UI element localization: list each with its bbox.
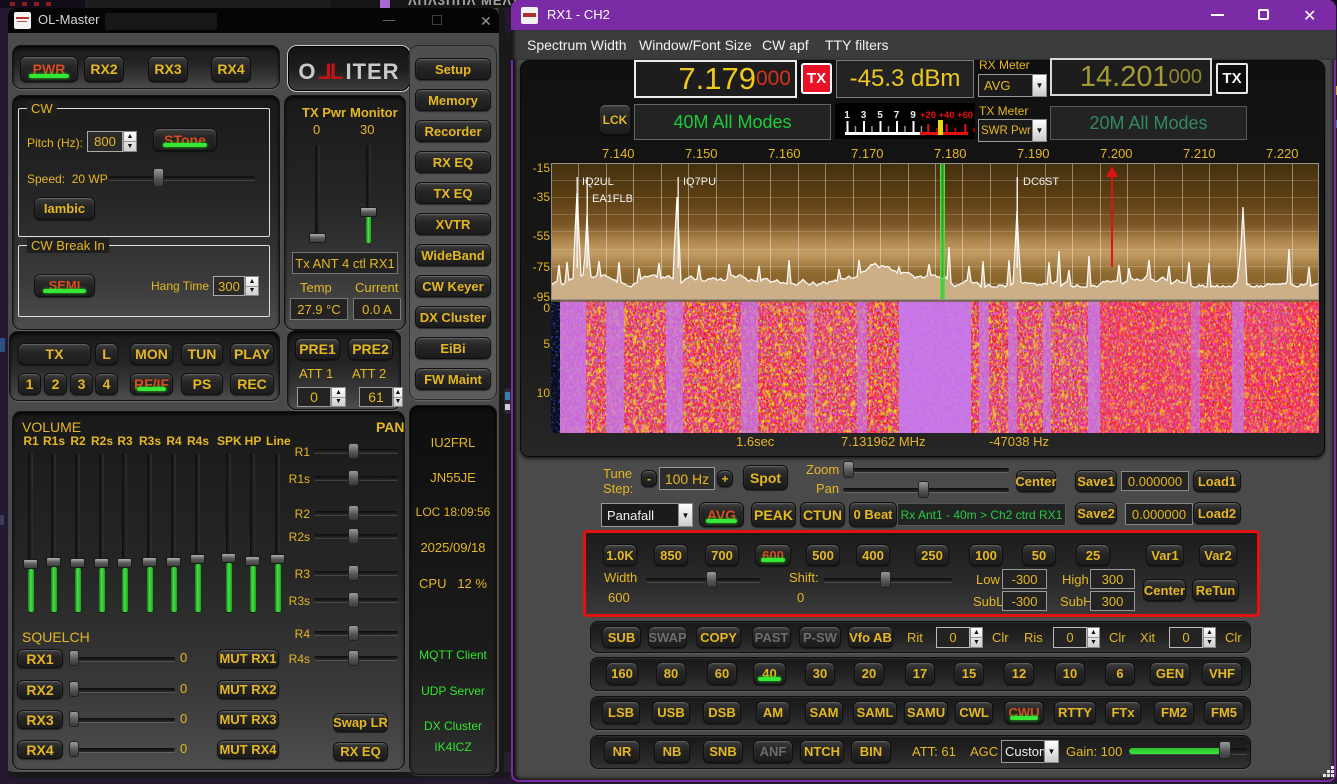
- svg-text:9: 9: [910, 110, 916, 121]
- svg-text:+40: +40: [938, 110, 954, 121]
- svg-text:EA1FLB: EA1FLB: [592, 193, 633, 205]
- svg-text:DC6ST: DC6ST: [1023, 176, 1059, 188]
- svg-text:IQ2UL: IQ2UL: [582, 176, 614, 188]
- svg-text:5: 5: [877, 110, 883, 121]
- svg-text:+60: +60: [957, 110, 973, 121]
- svg-text:3: 3: [861, 110, 867, 121]
- svg-text:IQ7PU: IQ7PU: [683, 176, 716, 188]
- svg-text:1: 1: [844, 110, 850, 121]
- svg-text:+20: +20: [920, 110, 936, 121]
- svg-text:7: 7: [894, 110, 900, 121]
